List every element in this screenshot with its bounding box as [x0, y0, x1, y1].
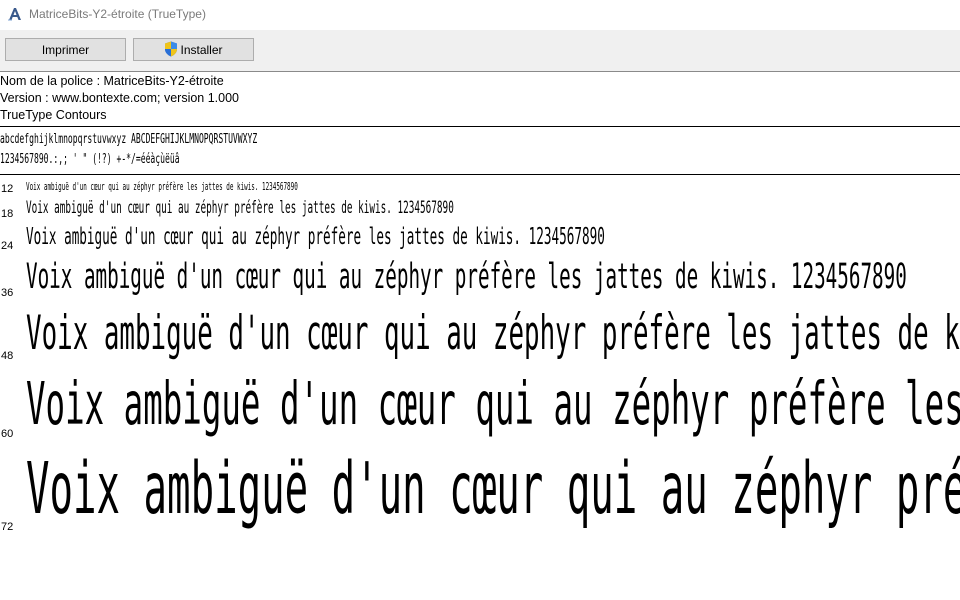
font-version: Version : www.bontexte.com; version 1.00… — [0, 91, 240, 105]
uac-shield-icon — [165, 41, 178, 57]
print-button[interactable]: Imprimer — [5, 38, 126, 61]
size-label-60: 60 — [1, 428, 14, 440]
sample-line-12: Voix ambiguë d'un cœur qui au zéphyr pré… — [26, 180, 298, 193]
print-button-label: Imprimer — [41, 43, 90, 57]
install-button[interactable]: Installer — [133, 38, 254, 61]
font-name: Nom de la police : MatriceBits-Y2-étroit… — [0, 74, 224, 88]
font-type: TrueType Contours — [0, 108, 107, 122]
sample-line-60: Voix ambiguë d'un cœur qui au zéphyr pré… — [26, 369, 960, 438]
size-label-24: 24 — [1, 240, 14, 252]
sample-line-36: Voix ambiguë d'un cœur qui au zéphyr pré… — [26, 257, 907, 297]
font-info: Nom de la police : MatriceBits-Y2-étroit… — [0, 73, 960, 124]
font-viewer-icon — [8, 8, 21, 21]
title-bar: MatriceBits-Y2-étroite (TrueType) — [0, 0, 960, 30]
sample-line-18: Voix ambiguë d'un cœur qui au zéphyr pré… — [26, 198, 454, 218]
window-title: MatriceBits-Y2-étroite (TrueType) — [29, 7, 206, 21]
charset-letters: abcdefghijklmnopqrstuvwxyz ABCDEFGHIJKLM… — [0, 132, 258, 147]
toolbar: Imprimer Installer — [0, 30, 960, 72]
charset-digits-symbols: 1234567890.:,; ' " (!?) +-*/=ééàçùëüâ — [0, 152, 180, 167]
size-label-12: 12 — [1, 183, 14, 195]
size-label-48: 48 — [1, 350, 14, 362]
divider — [0, 126, 960, 127]
sample-line-48: Voix ambiguë d'un cœur qui au zéphyr pré… — [26, 306, 960, 361]
divider — [0, 174, 960, 175]
size-label-36: 36 — [1, 287, 14, 299]
sample-line-24: Voix ambiguë d'un cœur qui au zéphyr pré… — [26, 224, 605, 250]
size-label-72: 72 — [1, 521, 14, 533]
sample-line-72: Voix ambiguë d'un cœur qui au zéphyr pré… — [26, 447, 960, 530]
size-label-18: 18 — [1, 208, 14, 220]
install-button-label: Installer — [180, 43, 223, 57]
